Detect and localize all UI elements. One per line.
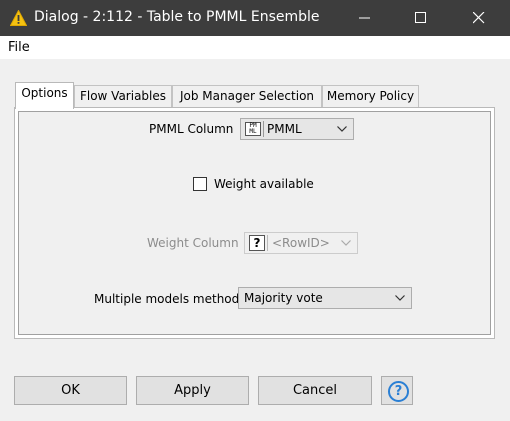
menu-file[interactable]: File: [8, 40, 30, 55]
weight-column-label: Weight Column: [147, 236, 239, 250]
window-title: Dialog - 2:112 - Table to PMML Ensemble: [34, 9, 320, 25]
close-button[interactable]: [456, 0, 502, 36]
chevron-down-icon: [341, 240, 351, 246]
combo-divider: [263, 121, 264, 137]
pmml-column-select[interactable]: PM ML PMML: [240, 118, 354, 140]
weight-column-value: <RowID>: [272, 236, 330, 250]
maximize-icon: [415, 12, 426, 23]
chevron-down-icon: [395, 295, 405, 301]
help-button[interactable]: ?: [381, 376, 413, 405]
menu-bar: File: [0, 36, 510, 59]
ok-button[interactable]: OK: [14, 376, 127, 405]
knime-warning-triangle-icon: [10, 10, 27, 26]
pmml-type-icon: PM ML: [245, 122, 261, 136]
pmml-column-value: PMML: [267, 122, 302, 136]
multiple-models-label: Multiple models method: [94, 292, 240, 306]
multiple-models-value: Majority vote: [244, 291, 323, 305]
pmml-column-label: PMML Column: [149, 122, 234, 136]
weight-column-select[interactable]: ? <RowID>: [244, 232, 358, 254]
title-bar: Dialog - 2:112 - Table to PMML Ensemble: [0, 0, 510, 36]
tab-memory-policy[interactable]: Memory Policy: [322, 85, 419, 107]
chevron-down-icon: [337, 126, 347, 132]
unknown-type-icon: ?: [249, 235, 265, 251]
tab-options[interactable]: Options: [15, 82, 74, 109]
tab-flow-variables[interactable]: Flow Variables: [74, 85, 172, 107]
close-icon: [473, 12, 485, 24]
cancel-button[interactable]: Cancel: [258, 376, 372, 405]
multiple-models-select[interactable]: Majority vote: [238, 287, 412, 309]
minimize-icon: [359, 17, 370, 19]
tab-job-manager-selection[interactable]: Job Manager Selection: [172, 85, 322, 107]
minimize-button[interactable]: [342, 0, 388, 36]
weight-available-checkbox[interactable]: [193, 177, 207, 191]
help-icon: ?: [388, 381, 409, 402]
apply-button[interactable]: Apply: [136, 376, 249, 405]
weight-available-label[interactable]: Weight available: [214, 177, 314, 191]
combo-divider: [267, 235, 268, 251]
maximize-button[interactable]: [398, 0, 444, 36]
